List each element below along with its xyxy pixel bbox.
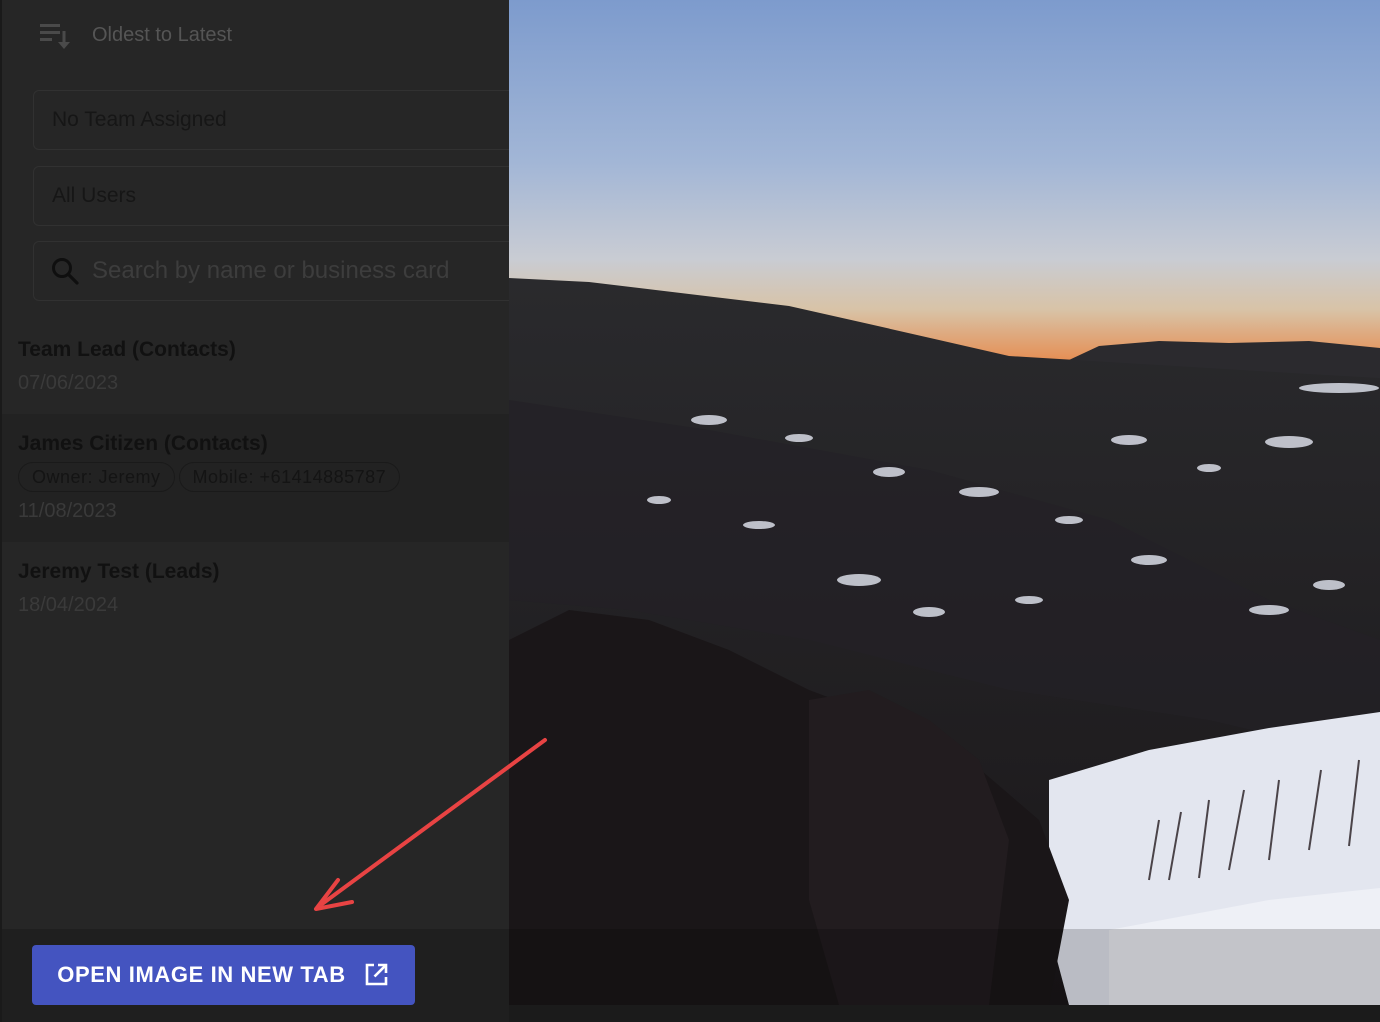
sort-control[interactable]: Oldest to Latest xyxy=(38,18,232,52)
contact-name: Team Lead (Contacts) xyxy=(18,338,236,361)
users-filter-select[interactable]: All Users xyxy=(33,166,509,226)
mobile-chip: Mobile: +61414885787 xyxy=(178,462,401,492)
contact-list: Team Lead (Contacts) 07/06/2023 James Ci… xyxy=(2,320,509,636)
contact-item[interactable]: Team Lead (Contacts) 07/06/2023 xyxy=(2,320,509,414)
sort-label: Oldest to Latest xyxy=(92,23,233,46)
contact-name: James Citizen (Contacts) xyxy=(18,432,268,455)
contact-item[interactable]: James Citizen (Contacts) Owner: Jeremy M… xyxy=(2,414,509,542)
contact-date: 11/08/2023 xyxy=(18,500,117,522)
sort-icon xyxy=(40,24,70,49)
contact-date: 18/04/2024 xyxy=(18,594,119,616)
landscape-photo xyxy=(509,0,1380,1005)
owner-chip: Owner: Jeremy xyxy=(18,462,175,492)
search-input[interactable] xyxy=(92,257,509,285)
photo-bottom-strip xyxy=(509,1005,1380,1022)
search-field[interactable] xyxy=(33,241,509,301)
contact-date: 07/06/2023 xyxy=(18,372,119,394)
search-icon xyxy=(52,258,79,285)
left-panel: Oldest to Latest No Team Assigned All Us… xyxy=(0,0,509,1022)
team-filter-select[interactable]: No Team Assigned xyxy=(33,90,509,150)
open-in-new-icon xyxy=(365,963,388,986)
open-image-button-label: OPEN IMAGE IN NEW TAB xyxy=(57,962,346,987)
open-image-new-tab-button[interactable]: OPEN IMAGE IN NEW TAB xyxy=(32,945,415,1005)
contact-name: Jeremy Test (Leads) xyxy=(18,560,220,583)
contact-chips: Owner: Jeremy Mobile: +61414885787 xyxy=(18,462,495,492)
image-preview xyxy=(509,0,1380,1005)
contact-item[interactable]: Jeremy Test (Leads) 18/04/2024 xyxy=(2,542,509,636)
